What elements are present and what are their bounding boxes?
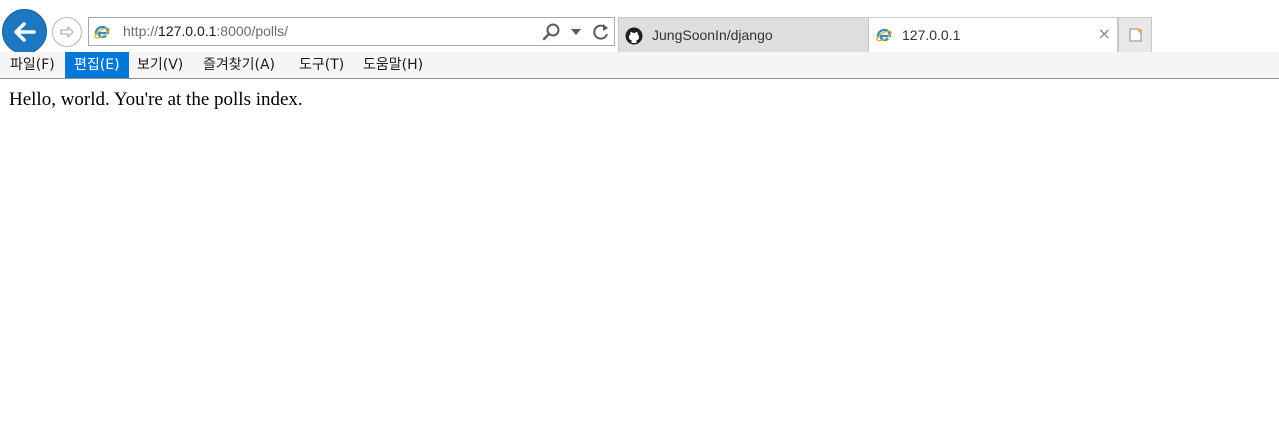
menu-view[interactable]: 보기(V) (128, 52, 192, 78)
tab-label: 127.0.0.1 (902, 27, 961, 43)
github-icon (625, 27, 643, 45)
menu-favorites[interactable]: 즐겨찾기(A) (194, 52, 284, 78)
new-tab-icon (1129, 28, 1143, 42)
menu-edit[interactable]: 편집(E) (65, 52, 129, 78)
chevron-down-icon[interactable] (571, 29, 581, 35)
forward-arrow-icon (60, 26, 74, 38)
browser-toolbar: http://127.0.0.1:8000/polls/ JungSoonIn/… (0, 0, 1279, 54)
refresh-icon[interactable] (591, 22, 611, 42)
forward-button[interactable] (52, 17, 82, 47)
menu-bar: 파일(F) 편집(E) 보기(V) 즐겨찾기(A) 도구(T) 도움말(H) (0, 52, 1279, 79)
menu-help[interactable]: 도움말(H) (354, 52, 432, 78)
ie-icon (876, 28, 892, 42)
page-content: Hello, world. You're at the polls index. (9, 89, 303, 110)
back-button[interactable] (2, 9, 47, 54)
menu-tools[interactable]: 도구(T) (290, 52, 353, 78)
address-bar[interactable]: http://127.0.0.1:8000/polls/ (88, 17, 615, 46)
tab-localhost[interactable]: 127.0.0.1 × (868, 17, 1118, 52)
search-icon[interactable] (541, 22, 561, 42)
tab-label: JungSoonIn/django (652, 27, 773, 43)
url-text: http://127.0.0.1:8000/polls/ (123, 23, 289, 39)
ie-icon (94, 25, 110, 39)
close-icon[interactable]: × (1098, 25, 1111, 43)
back-arrow-icon (14, 22, 36, 42)
new-tab-button[interactable] (1118, 17, 1152, 52)
menu-file[interactable]: 파일(F) (1, 52, 64, 78)
tab-github[interactable]: JungSoonIn/django (618, 17, 869, 52)
